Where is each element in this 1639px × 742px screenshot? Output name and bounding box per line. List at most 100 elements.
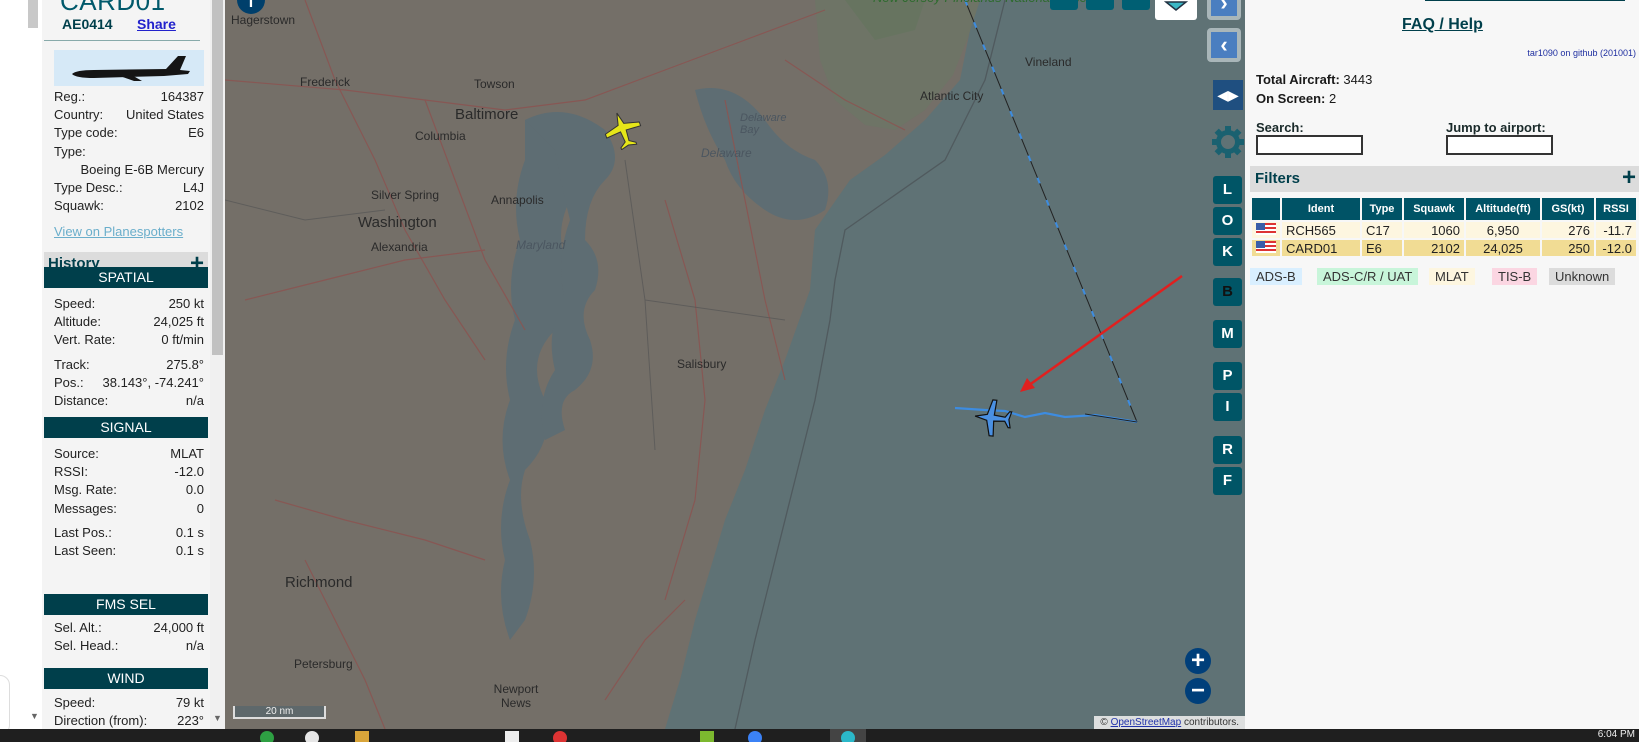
aircraft-marker-card01[interactable] [971, 398, 1015, 438]
cell-flag [1252, 222, 1280, 238]
map-label: Salisbury [677, 357, 727, 371]
info-row: Last Seen: 0.1 s [54, 542, 204, 560]
version-credit-link[interactable]: tar1090 on github (201001) [1527, 48, 1636, 58]
expand-right-button[interactable]: › [1207, 0, 1241, 20]
info-key: Squawk: [54, 198, 104, 214]
search-input[interactable] [1256, 135, 1363, 155]
map-top-button[interactable] [1050, 0, 1078, 10]
settings-gear-icon[interactable] [1210, 124, 1245, 160]
sidebar-scrollbar[interactable]: ▼ [210, 0, 225, 729]
screen: ▼ CARD01 AE0414 Share Reg.: 164387 Country… [0, 0, 1639, 742]
taskbar-app-icon[interactable] [700, 731, 714, 742]
info-value: 0.1 s [175, 524, 204, 540]
map-label: Richmond [285, 574, 353, 591]
taskbar-app-icon[interactable] [748, 731, 762, 742]
table-row[interactable]: RCH565 C17 1060 6,950 276 -11.7 [1252, 222, 1636, 238]
layer-toggle-k-button[interactable]: K [1213, 238, 1242, 266]
taskbar-app-icon[interactable] [260, 731, 274, 742]
info-key: Msg. Rate: [54, 482, 117, 498]
toggle-panels-button[interactable]: ◀▶ [1213, 80, 1243, 110]
aircraft-marker-rch565[interactable] [601, 110, 645, 150]
map-top-button[interactable] [1086, 0, 1114, 10]
taskbar-clock[interactable]: 6:04 PM [1598, 729, 1635, 740]
on-screen: On Screen: 2 [1256, 91, 1336, 106]
sidebar-scrollbar-thumb[interactable] [212, 0, 223, 355]
section-fms-sel: FMS SEL [44, 594, 208, 615]
zoom-in-button[interactable]: + [1185, 648, 1211, 674]
filters-header[interactable]: Filters + [1250, 164, 1639, 192]
info-key: Vert. Rate: [54, 332, 116, 348]
info-row: Squawk: 2102 [54, 197, 204, 215]
outer-scrollbar[interactable]: ▼ [0, 0, 42, 729]
map-label: Atlantic City [920, 89, 984, 103]
taskbar-app-icon[interactable] [553, 731, 567, 742]
info-key: Last Pos.: [54, 524, 112, 540]
info-value: United States [125, 107, 204, 123]
map-view[interactable]: i Hagerstown Frederick Towson Baltimore … [225, 0, 1245, 729]
share-link[interactable]: Share [137, 16, 176, 32]
info-key: Messages: [54, 500, 117, 516]
legend-unknown[interactable]: Unknown [1549, 268, 1616, 285]
openstreetmap-link[interactable]: OpenStreetMap [1111, 717, 1182, 728]
taskbar-app-icon[interactable] [305, 731, 319, 742]
table-row[interactable]: CARD01 E6 2102 24,025 250 -12.0 [1252, 240, 1636, 256]
faq-help-link[interactable]: FAQ / Help [1402, 16, 1483, 34]
layer-toggle-b-button[interactable]: B [1213, 278, 1242, 306]
attribution-text: contributors. [1183, 717, 1239, 728]
aircraft-table: Ident Type Squawk Altitude(ft) GS(kt) RS… [1250, 196, 1638, 258]
layer-toggle-l-button[interactable]: L [1213, 176, 1242, 204]
planespotters-link[interactable]: View on Planespotters [54, 224, 183, 239]
col-gs[interactable]: GS(kt) [1542, 198, 1594, 220]
col-type[interactable]: Type [1362, 198, 1402, 220]
info-key: Sel. Alt.: [54, 620, 102, 635]
table-header-row: Ident Type Squawk Altitude(ft) GS(kt) RS… [1252, 198, 1636, 220]
info-row: Direction (from): 223° [54, 712, 204, 729]
search-label: Search: [1256, 120, 1304, 135]
taskbar-app-icon[interactable] [505, 731, 519, 742]
info-key: Speed: [54, 695, 96, 710]
taskbar-app-icon[interactable] [355, 731, 369, 742]
zoom-out-button[interactable]: − [1185, 678, 1211, 704]
scroll-down-arrow-icon[interactable]: ▼ [30, 711, 39, 721]
info-row: Sel. Head.: n/a [54, 637, 204, 655]
info-key: Source: [54, 446, 99, 461]
legend-ads-c-r-uat[interactable]: ADS-C/R / UAT [1317, 268, 1419, 285]
legend-tis-b[interactable]: TIS-B [1492, 268, 1538, 285]
map-label: Hagerstown [231, 13, 296, 27]
info-key: Track: [54, 356, 90, 372]
jump-to-airport-label: Jump to airport: [1446, 120, 1546, 135]
collapse-sidebar-button[interactable]: ‹ [1207, 28, 1241, 62]
layers-button[interactable] [1155, 0, 1197, 20]
layers-icon [1163, 1, 1189, 11]
col-squawk[interactable]: Squawk [1404, 198, 1464, 220]
col-altitude[interactable]: Altitude(ft) [1466, 198, 1540, 220]
map-label: Washington [358, 214, 437, 231]
legend-mlat[interactable]: MLAT [1429, 268, 1475, 285]
layer-toggle-m-button[interactable]: M [1213, 320, 1242, 348]
expand-plus-icon[interactable]: + [1622, 164, 1636, 192]
outer-scrollbar-thumb[interactable] [28, 0, 38, 28]
legend-ads-b[interactable]: ADS-B [1250, 268, 1302, 285]
layer-toggle-r-button[interactable]: R [1213, 436, 1242, 464]
top-link-underline[interactable] [1425, 0, 1625, 1]
layer-toggle-p-button[interactable]: P [1213, 362, 1242, 390]
info-value: 275.8° [166, 356, 204, 372]
layer-toggle-f-button[interactable]: F [1213, 467, 1242, 495]
info-row: Speed: 79 kt [54, 694, 204, 712]
col-flag[interactable] [1252, 198, 1280, 220]
layer-toggle-i-button[interactable]: I [1213, 393, 1242, 421]
col-ident[interactable]: Ident [1282, 198, 1360, 220]
map-top-button[interactable] [1122, 0, 1150, 10]
layer-toggle-o-button[interactable]: O [1213, 207, 1242, 235]
map-label: Towson [474, 77, 515, 91]
info-row: Country: United States [54, 106, 204, 124]
info-row: Last Pos.: 0.1 s [54, 524, 204, 542]
map-tiles [225, 0, 1183, 729]
scroll-down-arrow-icon[interactable]: ▼ [213, 713, 222, 723]
jump-to-airport-input[interactable] [1446, 135, 1553, 155]
info-value: Boeing E-6B Mercury [80, 161, 204, 177]
taskbar-active-app[interactable] [830, 729, 866, 742]
col-rssi[interactable]: RSSI [1596, 198, 1636, 220]
info-key: Country: [54, 107, 104, 123]
aircraft-photo[interactable] [54, 50, 204, 86]
